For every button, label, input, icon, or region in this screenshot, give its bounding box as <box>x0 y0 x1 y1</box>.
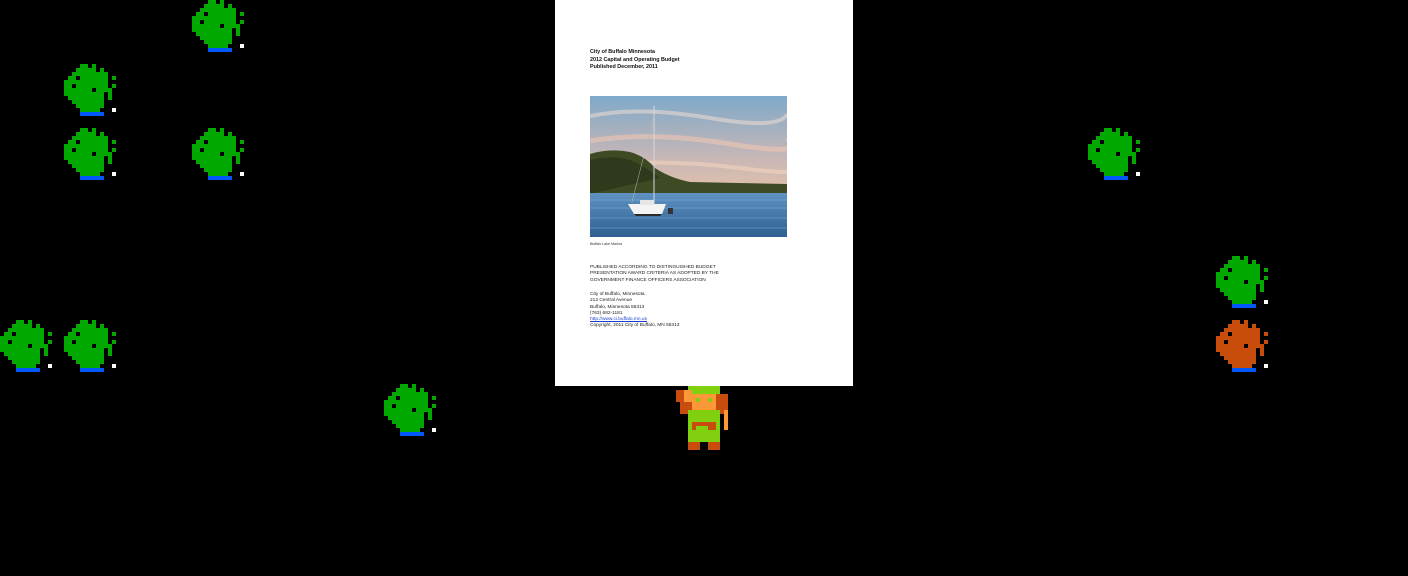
award-line: GOVERNMENT FINANCE OFFICERS ASSOCIATION <box>590 277 706 283</box>
bush-green <box>0 320 56 376</box>
bush-orange <box>1216 320 1272 376</box>
document-heading-line: 2012 Capital and Operating Budget <box>590 56 680 63</box>
bush-green <box>1216 256 1272 312</box>
sailboat-lake-photo <box>590 96 787 237</box>
website-link[interactable]: http://www.ci.buffalo.mn.us <box>590 317 647 322</box>
bush-green <box>192 0 248 56</box>
bush-green <box>64 128 120 184</box>
hero-character <box>676 386 732 450</box>
document-heading-line: Published December, 2011 <box>590 64 658 70</box>
budget-document-page: Preview City of Buffalo Minnesota 2012 C… <box>555 0 853 386</box>
bush-green <box>1088 128 1144 184</box>
copyright-text: Copyright, 2011 City of Buffalo, MN 5531… <box>590 323 680 329</box>
bush-green <box>64 64 120 120</box>
bush-green <box>64 320 120 376</box>
bush-green <box>192 128 248 184</box>
award-statement: PUBLISHED ACCORDING TO DISTINGUISHED BUD… <box>590 265 719 284</box>
award-line: PRESENTATION AWARD CRITERIA AS ADOPTED B… <box>590 271 719 277</box>
contact-block: City of Buffalo, Minnesota 212 Central A… <box>590 292 679 330</box>
photo-caption: Buffalo Lake Marina <box>590 242 622 246</box>
document-heading-line: City of Buffalo Minnesota <box>590 49 655 55</box>
document-heading: City of Buffalo Minnesota 2012 Capital a… <box>590 49 680 72</box>
bush-green <box>384 384 440 440</box>
